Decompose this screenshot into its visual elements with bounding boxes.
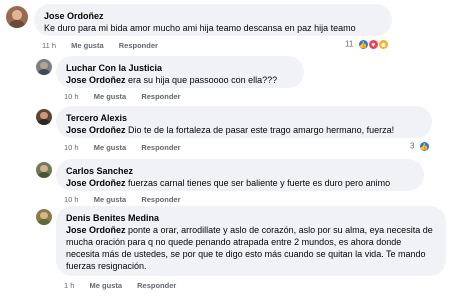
like-icon: 👍	[357, 39, 369, 50]
like-icon: 👍	[418, 141, 430, 152]
reply-comment: Carlos Sanchez Jose Ordoñez fuerzas carn…	[0, 159, 454, 206]
comment-bubble: Jose Ordoñez Ke duro para mi bida amor m…	[34, 4, 392, 36]
comment-text: Jose Ordoñez Dio te de la fortaleza de p…	[66, 124, 422, 136]
like-button[interactable]: Me gusta	[94, 195, 127, 204]
comment-time[interactable]: 10 h	[64, 195, 79, 204]
avatar[interactable]	[36, 109, 52, 125]
comment-author[interactable]: Denis Benites Medina	[66, 212, 436, 224]
comment-actions: 1 h Me gusta Responder	[64, 281, 189, 290]
comment-text: Jose Ordoñez era su hija que passoooo co…	[66, 74, 294, 86]
avatar[interactable]	[36, 59, 52, 75]
comment-time[interactable]: 1 h	[64, 281, 74, 290]
sad-icon: ☻	[378, 39, 390, 50]
comment-bubble: Tercero Alexis Jose Ordoñez Dio te de la…	[56, 106, 432, 138]
avatar[interactable]	[6, 6, 28, 28]
like-button[interactable]: Me gusta	[90, 281, 123, 290]
avatar[interactable]	[36, 162, 52, 178]
comment-actions: 10 h Me gusta Responder	[64, 195, 194, 204]
comment-bubble: Carlos Sanchez Jose Ordoñez fuerzas carn…	[56, 159, 424, 191]
comment-bubble: Luchar Con la Justicia Jose Ordoñez era …	[56, 56, 304, 88]
comment-time[interactable]: 11 h	[42, 41, 56, 50]
reaction-summary[interactable]: 3 👍	[410, 141, 430, 152]
comment-author[interactable]: Tercero Alexis	[66, 112, 422, 124]
reply-comment: Denis Benites Medina Jose Ordoñez ponte …	[0, 206, 454, 296]
comment-text: Jose Ordoñez ponte a orar, arrodillate y…	[66, 224, 436, 272]
comment-text: Jose Ordoñez fuerzas carnal tienes que s…	[66, 177, 414, 189]
reply-button[interactable]: Responder	[141, 143, 180, 152]
reply-button[interactable]: Responder	[119, 41, 158, 50]
reaction-summary[interactable]: 11 👍 ♥ ☻	[345, 39, 390, 50]
like-button[interactable]: Me gusta	[71, 41, 104, 50]
comment-text: Ke duro para mi bida amor mucho ami hija…	[44, 23, 356, 33]
comment-time[interactable]: 10 h	[64, 92, 79, 101]
comment-time[interactable]: 10 h	[64, 143, 79, 152]
mention-tag[interactable]: Jose Ordoñez	[66, 75, 126, 85]
comment-actions: 11 h Me gusta Responder	[42, 41, 171, 50]
comment-author[interactable]: Luchar Con la Justicia	[66, 62, 294, 74]
reply-comment: Luchar Con la Justicia Jose Ordoñez era …	[0, 56, 454, 106]
mention-tag[interactable]: Jose Ordoñez	[66, 178, 126, 188]
comment-body: era su hija que passoooo con ella???	[128, 75, 278, 85]
comment-author[interactable]: Carlos Sanchez	[66, 165, 414, 177]
comment: Jose Ordoñez Ke duro para mi bida amor m…	[0, 0, 454, 56]
reply-button[interactable]: Responder	[141, 92, 180, 101]
comment-body: fuerzas carnal tienes que ser baliente y…	[128, 178, 391, 188]
comment-bubble: Denis Benites Medina Jose Ordoñez ponte …	[56, 206, 446, 276]
avatar[interactable]	[36, 209, 52, 225]
comment-actions: 10 h Me gusta Responder	[64, 143, 194, 152]
reply-comment: Tercero Alexis Jose Ordoñez Dio te de la…	[0, 106, 454, 159]
reply-button[interactable]: Responder	[137, 281, 176, 290]
mention-tag[interactable]: Jose Ordoñez	[66, 125, 126, 135]
reply-button[interactable]: Responder	[141, 195, 180, 204]
comment-body: Dio te de la fortaleza de pasar este tra…	[128, 125, 395, 135]
comment-actions: 10 h Me gusta Responder	[64, 92, 194, 101]
comment-author[interactable]: Jose Ordoñez	[44, 10, 382, 22]
reaction-count: 3	[410, 141, 415, 151]
reaction-count: 11	[345, 39, 354, 49]
like-button[interactable]: Me gusta	[94, 92, 127, 101]
mention-tag[interactable]: Jose Ordoñez	[66, 225, 126, 235]
like-button[interactable]: Me gusta	[94, 143, 127, 152]
